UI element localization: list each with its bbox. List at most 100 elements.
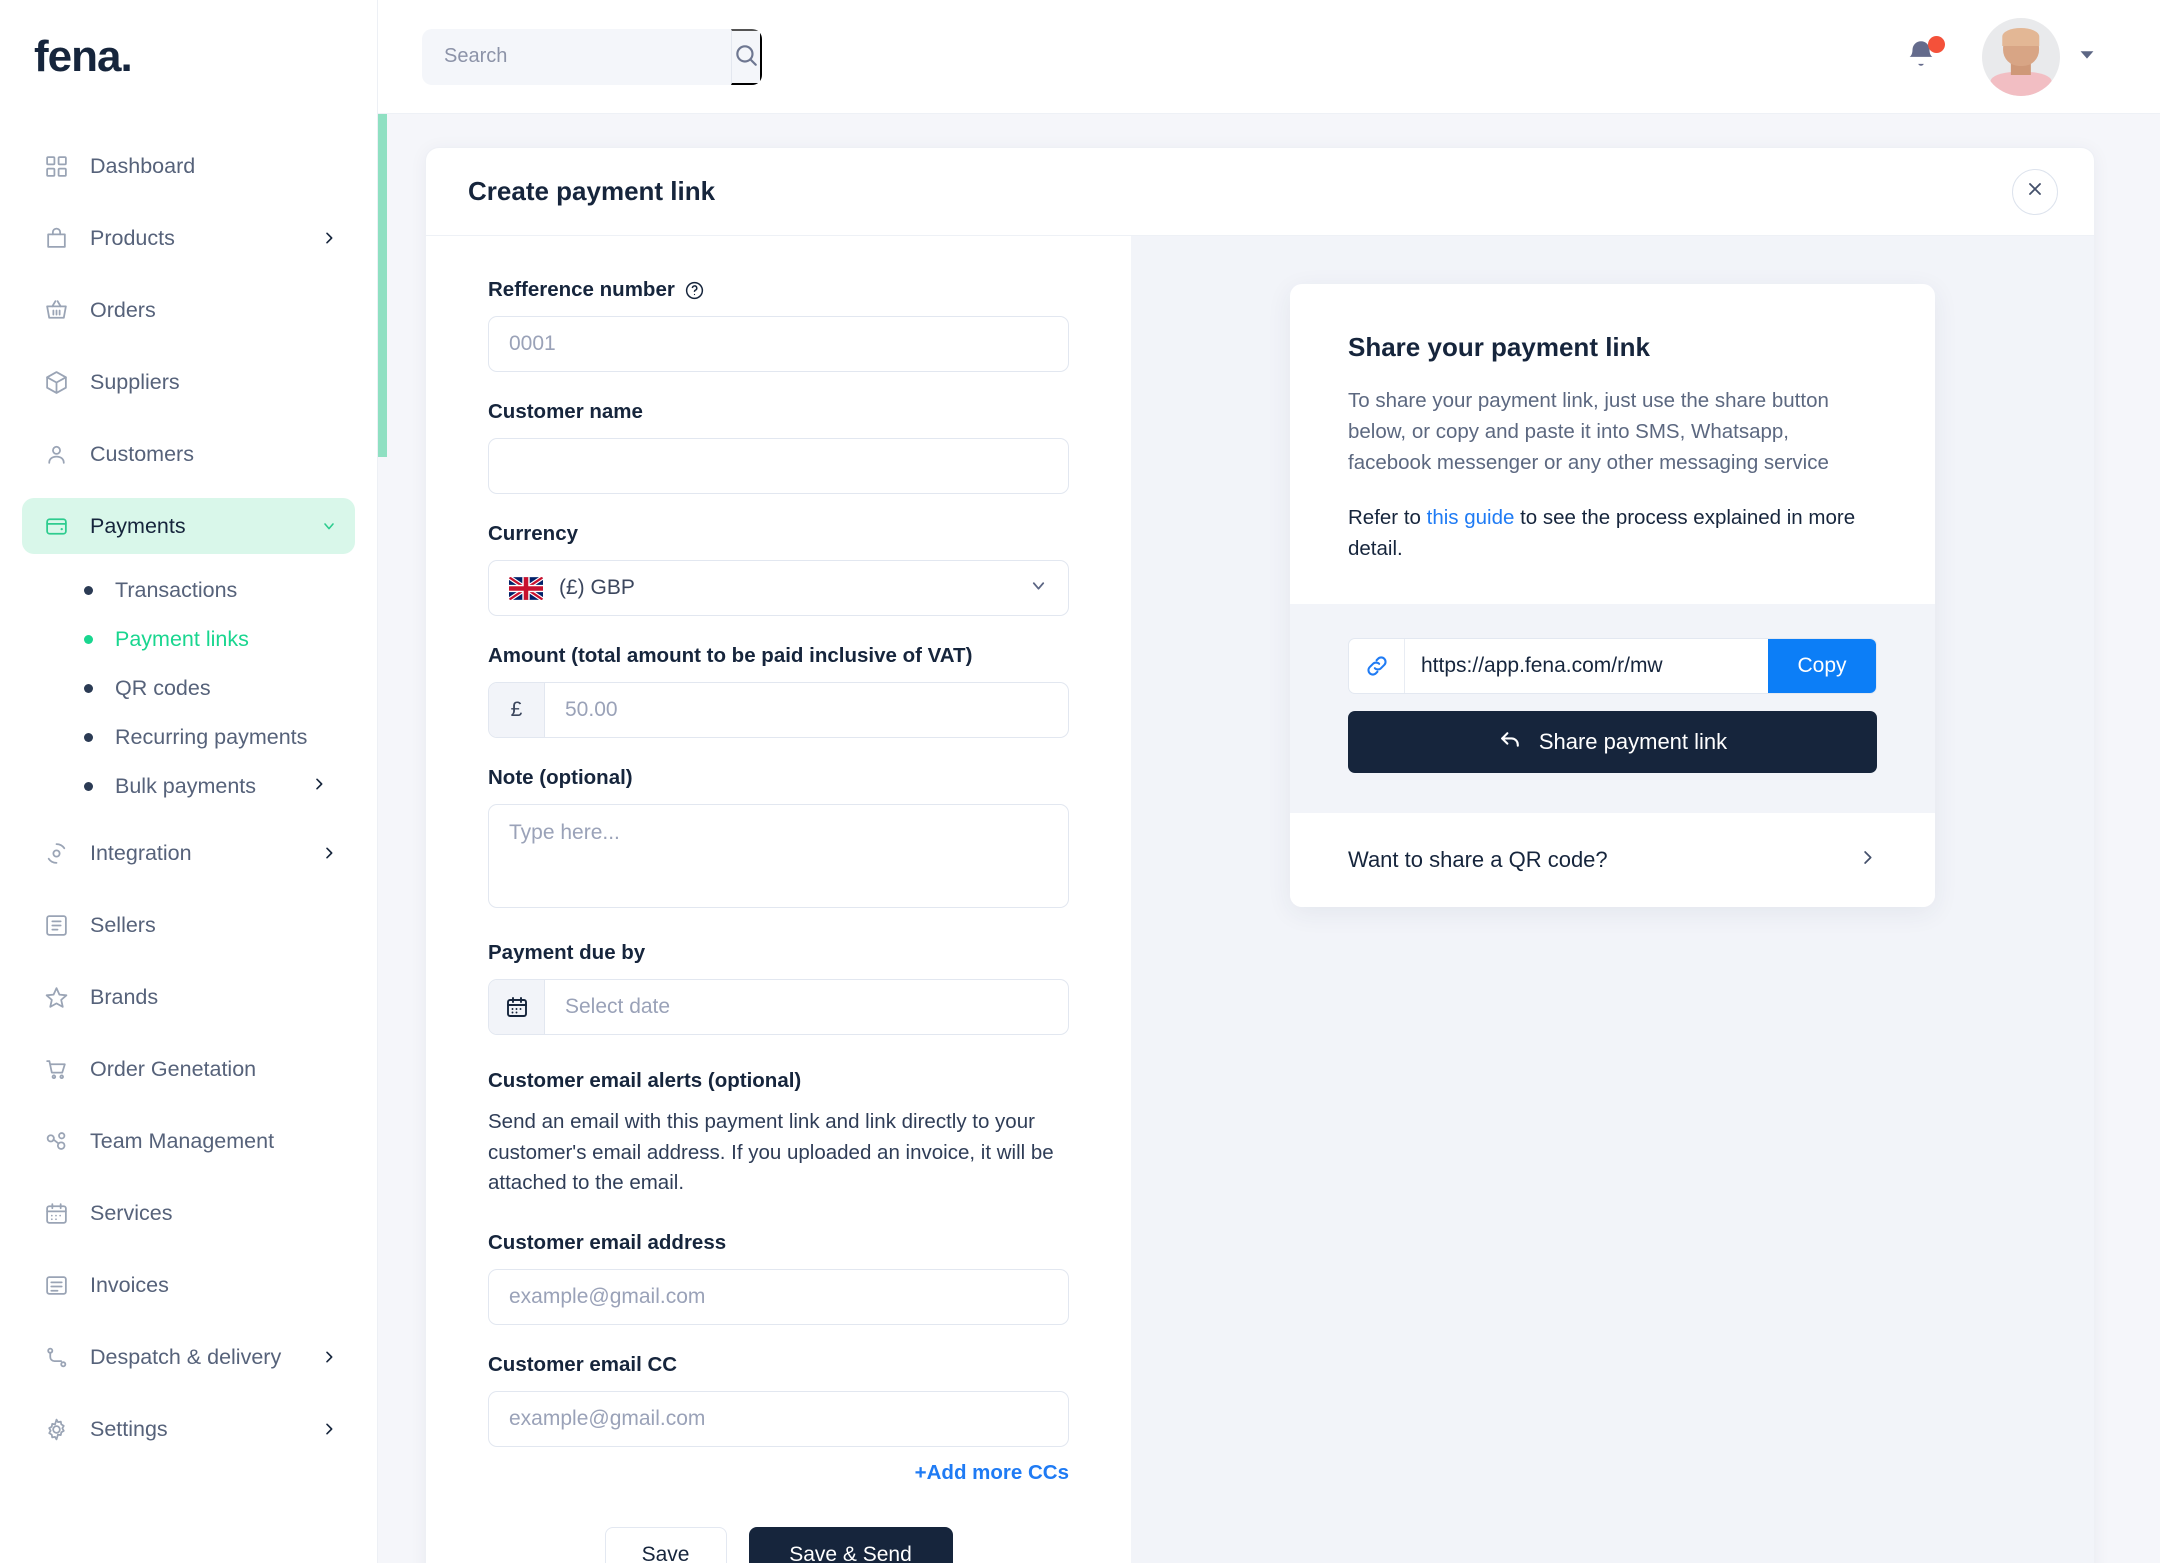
app-root: fena. Dashboard Products Orders Supplier…	[0, 0, 2160, 1563]
search-icon	[733, 42, 759, 71]
sidebar-item-label: Despatch & delivery	[90, 1344, 282, 1369]
chevron-down-icon	[1029, 576, 1048, 600]
route-icon	[40, 1341, 72, 1373]
caret-down-icon	[2076, 43, 2098, 70]
sidebar-subitem-label: Payment links	[115, 627, 249, 651]
date-input-group	[488, 979, 1069, 1035]
content-area: Create payment link Refference number 00…	[378, 114, 2160, 1563]
search-box	[422, 28, 762, 85]
sidebar-item-services[interactable]: Services	[22, 1185, 355, 1241]
search-button[interactable]	[731, 28, 762, 85]
sidebar-subitem-bulk-payments[interactable]: Bulk payments	[56, 762, 355, 811]
cart-icon	[40, 1053, 72, 1085]
uk-flag-icon	[509, 576, 543, 600]
sidebar-item-customers[interactable]: Customers	[22, 426, 355, 482]
currency-select-wrap: (£) GBP	[488, 560, 1069, 616]
wallet-icon	[40, 510, 72, 542]
email-alerts-label: Customer email alerts (optional)	[488, 1069, 802, 1092]
calendar-icon	[40, 1197, 72, 1229]
calendar-icon[interactable]	[489, 980, 545, 1034]
sidebar-item-label: Payments	[90, 513, 186, 538]
sidebar-item-orders[interactable]: Orders	[22, 282, 355, 338]
sidebar-item-despatch-delivery[interactable]: Despatch & delivery	[22, 1329, 355, 1385]
main-area: Create payment link Refference number	[378, 0, 2160, 1563]
sidebar-subitem-recurring-payments[interactable]: Recurring payments	[56, 713, 355, 762]
sidebar-subitem-label: Bulk payments	[115, 774, 257, 798]
reference-number-label: Refference number	[488, 278, 1069, 302]
share-description: To share your payment link, just use the…	[1348, 389, 1829, 474]
sidebar-item-label: Orders	[90, 297, 156, 322]
save-button[interactable]: Save	[604, 1526, 727, 1563]
amount-label: Amount (total amount to be paid inclusiv…	[488, 644, 973, 667]
basket-icon	[40, 294, 72, 326]
customer-email-label: Customer email address	[488, 1230, 727, 1254]
sidebar-item-products[interactable]: Products	[22, 210, 355, 266]
date-input[interactable]	[545, 980, 1068, 1034]
note-label: Note (optional)	[488, 766, 633, 789]
share-qr-label: Want to share a QR code?	[1348, 847, 1608, 872]
customer-name-input[interactable]	[488, 438, 1069, 494]
sidebar-item-integration[interactable]: Integration	[22, 825, 355, 881]
sidebar-item-team-management[interactable]: Team Management	[22, 1113, 355, 1169]
customer-email-cc-field: Customer email CC +Add more CCs	[488, 1353, 1069, 1485]
currency-select[interactable]: (£) GBP	[488, 560, 1069, 616]
sidebar-item-label: Services	[90, 1200, 173, 1225]
question-mark-icon[interactable]	[684, 280, 705, 301]
notifications-button[interactable]	[1904, 35, 1945, 77]
sidebar-subitem-transactions[interactable]: Transactions	[56, 566, 355, 615]
sidebar-item-order-generation[interactable]: Order Genetation	[22, 1041, 355, 1097]
sidebar-item-invoices[interactable]: Invoices	[22, 1257, 355, 1313]
sidebar-subitem-payment-links[interactable]: Payment links	[56, 615, 355, 664]
customer-email-input[interactable]	[488, 1268, 1069, 1325]
sidebar-subitem-label: Recurring payments	[115, 725, 308, 749]
share-payment-link-button[interactable]: Share payment link	[1348, 711, 1877, 773]
amount-input[interactable]	[545, 683, 1068, 737]
topbar-actions	[1904, 17, 2098, 96]
sidebar-item-label: Customers	[90, 441, 194, 466]
sidebar-item-dashboard[interactable]: Dashboard	[22, 138, 355, 194]
email-alerts-help: Send an email with this payment link and…	[488, 1110, 1054, 1194]
currency-label: Currency	[488, 522, 579, 545]
search-input[interactable]	[422, 28, 731, 85]
scroll-indicator[interactable]	[378, 114, 387, 457]
brand-logo[interactable]: fena.	[0, 0, 377, 114]
share-arrow-icon	[1498, 727, 1523, 758]
payments-submenu: Transactions Payment links QR codes Recu…	[22, 566, 355, 811]
sidebar-item-sellers[interactable]: Sellers	[22, 897, 355, 953]
copy-button[interactable]: Copy	[1768, 639, 1876, 693]
close-button[interactable]	[2012, 168, 2058, 215]
sidebar-subitem-label: Transactions	[115, 578, 238, 602]
customer-email-field: Customer email address	[488, 1231, 1069, 1325]
page-title: Create payment link	[468, 176, 716, 206]
share-card-middle: https://app.fena.com/r/mw Copy Share pay…	[1290, 604, 1935, 813]
star-icon	[40, 981, 72, 1013]
share-qr-row[interactable]: Want to share a QR code?	[1290, 813, 1935, 907]
sidebar-item-label: Order Genetation	[90, 1056, 257, 1081]
add-more-ccs-link[interactable]: +Add more CCs	[915, 1461, 1069, 1484]
save-and-send-button[interactable]: Save & Send	[748, 1526, 953, 1563]
sidebar-item-suppliers[interactable]: Suppliers	[22, 354, 355, 410]
logo-text: fena.	[34, 32, 133, 81]
bullet-icon	[84, 684, 93, 693]
create-payment-link-modal: Create payment link Refference number 00…	[425, 147, 2095, 1563]
sidebar-item-label: Sellers	[90, 912, 156, 937]
modal-body: Refference number Customer name	[426, 236, 2094, 1563]
sidebar-item-label: Team Management	[90, 1128, 275, 1153]
sidebar-item-payments[interactable]: Payments	[22, 498, 355, 554]
chevron-right-icon	[321, 1349, 337, 1365]
share-title: Share your payment link	[1348, 332, 1650, 362]
sidebar-item-label: Invoices	[90, 1272, 169, 1297]
payment-link-url[interactable]: https://app.fena.com/r/mw	[1405, 639, 1768, 693]
note-textarea[interactable]	[488, 804, 1069, 908]
share-card-top: Share your payment link To share your pa…	[1290, 284, 1935, 604]
reference-number-input[interactable]	[488, 316, 1069, 372]
sidebar-item-brands[interactable]: Brands	[22, 969, 355, 1025]
sidebar-subitem-qr-codes[interactable]: QR codes	[56, 664, 355, 713]
sidebar-item-settings[interactable]: Settings	[22, 1401, 355, 1457]
chevron-right-icon	[321, 845, 337, 861]
user-menu[interactable]	[1982, 17, 2098, 96]
customer-email-cc-input[interactable]	[488, 1390, 1069, 1447]
this-guide-link[interactable]: this guide	[1427, 506, 1515, 529]
list-icon	[40, 909, 72, 941]
gear-icon	[40, 1413, 72, 1445]
